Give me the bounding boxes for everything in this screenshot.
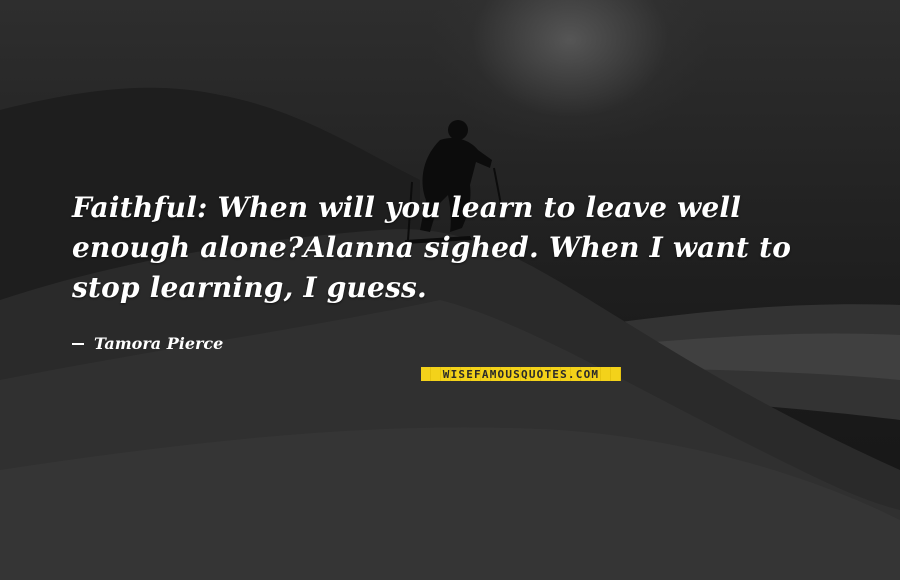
author-line: Tamora Pierce [72, 334, 223, 353]
author-name: Tamora Pierce [94, 334, 224, 353]
quote-image: Faithful: When will you learn to leave w… [0, 0, 900, 580]
watermark-badge: WISEFAMOUSQUOTES.COM [421, 367, 621, 381]
quote-text: Faithful: When will you learn to leave w… [72, 191, 792, 304]
watermark-text: WISEFAMOUSQUOTES.COM [442, 367, 600, 381]
author-dash [72, 342, 84, 345]
